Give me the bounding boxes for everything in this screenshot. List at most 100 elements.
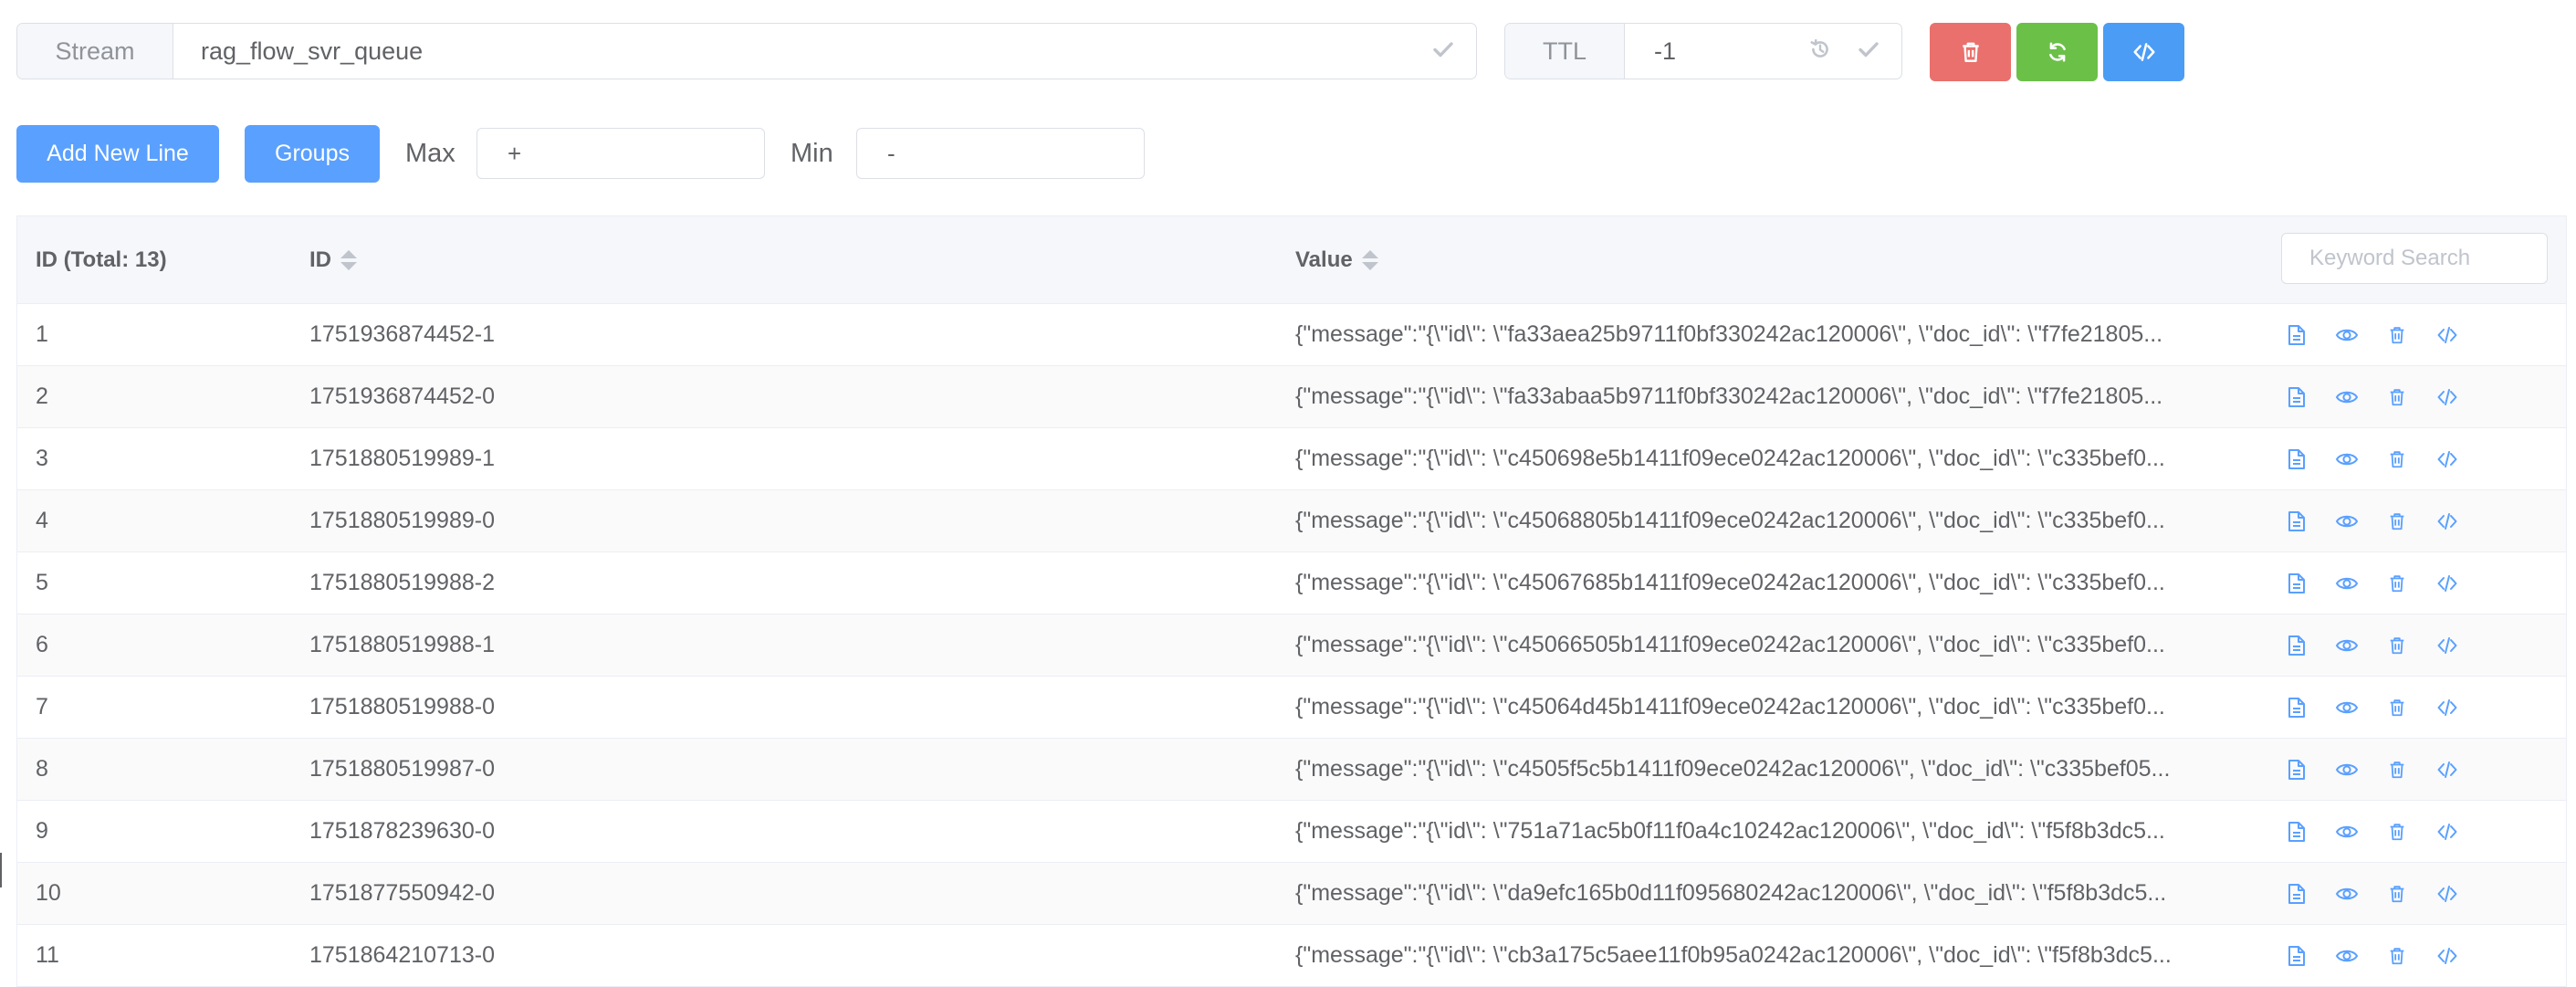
stream-label: Stream	[17, 24, 173, 79]
row-actions	[2283, 739, 2461, 800]
trash-icon	[1962, 42, 1979, 62]
delete-icon[interactable]	[2383, 818, 2411, 845]
ttl-input-group: TTL -1	[1504, 23, 1902, 79]
table-row[interactable]: 3 1751880519989-1 {"message":"{\"id\": \"c…	[17, 428, 2566, 490]
dump-command-button[interactable]	[2103, 23, 2184, 81]
copy-icon[interactable]	[2283, 880, 2310, 908]
rename-confirm-icon[interactable]	[1432, 38, 1454, 65]
entry-id: 1751936874452-0	[309, 383, 495, 409]
row-index: 3	[36, 446, 48, 471]
table-row[interactable]: 2 1751936874452-0 {"message":"{\"id\": \"f…	[17, 366, 2566, 428]
table-row[interactable]: 1 1751936874452-1 {"message":"{\"id\": \"f…	[17, 304, 2566, 366]
delete-icon[interactable]	[2383, 632, 2411, 659]
row-actions	[2283, 490, 2461, 551]
column-id-label: ID	[309, 247, 331, 272]
table-row[interactable]: 4 1751880519989-0 {"message":"{\"id\": \"c…	[17, 490, 2566, 552]
entry-id: 1751880519989-0	[309, 508, 495, 533]
delete-icon[interactable]	[2383, 756, 2411, 783]
refresh-button[interactable]	[2016, 23, 2098, 81]
add-new-line-button[interactable]: Add New Line	[16, 125, 219, 183]
copy-icon[interactable]	[2283, 446, 2310, 473]
table-row[interactable]: 8 1751880519987-0 {"message":"{\"id\": \"c…	[17, 739, 2566, 801]
dump-icon[interactable]	[2434, 694, 2461, 721]
row-index: 10	[36, 880, 61, 906]
max-input[interactable]: +	[476, 128, 765, 179]
ttl-input[interactable]: -1	[1625, 24, 1808, 79]
entry-value: {"message":"{\"id\": \"c450698e5b1411f09…	[1295, 446, 2165, 471]
stream-entries-table: ID (Total: 13) ID Value Keyword Search 1…	[16, 215, 2567, 987]
dump-icon[interactable]	[2434, 570, 2461, 597]
keyword-search-input[interactable]: Keyword Search	[2281, 233, 2548, 284]
delete-key-button[interactable]	[1930, 23, 2011, 81]
delete-icon[interactable]	[2383, 942, 2411, 970]
column-value-header[interactable]: Value	[1295, 247, 1378, 273]
dump-icon[interactable]	[2434, 383, 2461, 411]
copy-icon[interactable]	[2283, 321, 2310, 349]
delete-icon[interactable]	[2383, 508, 2411, 535]
table-row[interactable]: 10 1751877550942-0 {"message":"{\"id\": \"…	[17, 863, 2566, 925]
view-icon[interactable]	[2333, 383, 2361, 411]
view-icon[interactable]	[2333, 570, 2361, 597]
delete-icon[interactable]	[2383, 446, 2411, 473]
row-actions	[2283, 552, 2461, 614]
entry-id: 1751936874452-1	[309, 321, 495, 347]
stream-key-input[interactable]: rag_flow_svr_queue	[173, 24, 1432, 79]
copy-icon[interactable]	[2283, 632, 2310, 659]
dump-icon[interactable]	[2434, 818, 2461, 845]
row-actions	[2283, 428, 2461, 489]
copy-icon[interactable]	[2283, 756, 2310, 783]
delete-icon[interactable]	[2383, 321, 2411, 349]
table-row[interactable]: 9 1751878239630-0 {"message":"{\"id\": \"7…	[17, 801, 2566, 863]
table-body: 1 1751936874452-1 {"message":"{\"id\": \"f…	[17, 304, 2566, 987]
copy-icon[interactable]	[2283, 383, 2310, 411]
dump-icon[interactable]	[2434, 446, 2461, 473]
copy-icon[interactable]	[2283, 942, 2310, 970]
dump-icon[interactable]	[2434, 508, 2461, 535]
dump-icon[interactable]	[2434, 632, 2461, 659]
dump-icon[interactable]	[2434, 880, 2461, 908]
table-row[interactable]: 5 1751880519988-2 {"message":"{\"id\": \"c…	[17, 552, 2566, 614]
row-actions	[2283, 801, 2461, 862]
copy-icon[interactable]	[2283, 694, 2310, 721]
entry-value: {"message":"{\"id\": \"751a71ac5b0f11f0a…	[1295, 818, 2165, 844]
resize-handle[interactable]	[0, 853, 2, 887]
view-icon[interactable]	[2333, 756, 2361, 783]
row-index: 5	[36, 570, 48, 595]
table-row[interactable]: 6 1751880519988-1 {"message":"{\"id\": \"c…	[17, 614, 2566, 677]
refresh-icon	[2048, 42, 2066, 62]
dump-icon[interactable]	[2434, 942, 2461, 970]
column-index-header: ID (Total: 13)	[36, 247, 167, 272]
ttl-confirm-icon[interactable]	[1858, 38, 1880, 65]
view-icon[interactable]	[2333, 694, 2361, 721]
column-id-header[interactable]: ID	[309, 247, 357, 273]
view-icon[interactable]	[2333, 508, 2361, 535]
view-icon[interactable]	[2333, 880, 2361, 908]
groups-button[interactable]: Groups	[245, 125, 380, 183]
entry-value: {"message":"{\"id\": \"c4505f5c5b1411f09…	[1295, 756, 2171, 782]
table-row[interactable]: 11 1751864210713-0 {"message":"{\"id\": \"…	[17, 925, 2566, 987]
view-icon[interactable]	[2333, 632, 2361, 659]
copy-icon[interactable]	[2283, 508, 2310, 535]
view-icon[interactable]	[2333, 321, 2361, 349]
dump-icon[interactable]	[2434, 321, 2461, 349]
ttl-reset-icon[interactable]	[1808, 37, 1832, 66]
copy-icon[interactable]	[2283, 570, 2310, 597]
view-icon[interactable]	[2333, 446, 2361, 473]
row-actions	[2283, 304, 2461, 365]
delete-icon[interactable]	[2383, 880, 2411, 908]
delete-icon[interactable]	[2383, 694, 2411, 721]
entry-value: {"message":"{\"id\": \"fa33aea25b9711f0b…	[1295, 321, 2163, 347]
sort-icon[interactable]	[340, 249, 357, 270]
delete-icon[interactable]	[2383, 570, 2411, 597]
row-index: 6	[36, 632, 48, 657]
sort-icon[interactable]	[1361, 249, 1378, 270]
view-icon[interactable]	[2333, 942, 2361, 970]
view-icon[interactable]	[2333, 818, 2361, 845]
copy-icon[interactable]	[2283, 818, 2310, 845]
dump-icon[interactable]	[2434, 756, 2461, 783]
row-index: 2	[36, 383, 48, 409]
delete-icon[interactable]	[2383, 383, 2411, 411]
row-index: 7	[36, 694, 48, 719]
min-input[interactable]: -	[856, 128, 1145, 179]
table-row[interactable]: 7 1751880519988-0 {"message":"{\"id\": \"c…	[17, 677, 2566, 739]
